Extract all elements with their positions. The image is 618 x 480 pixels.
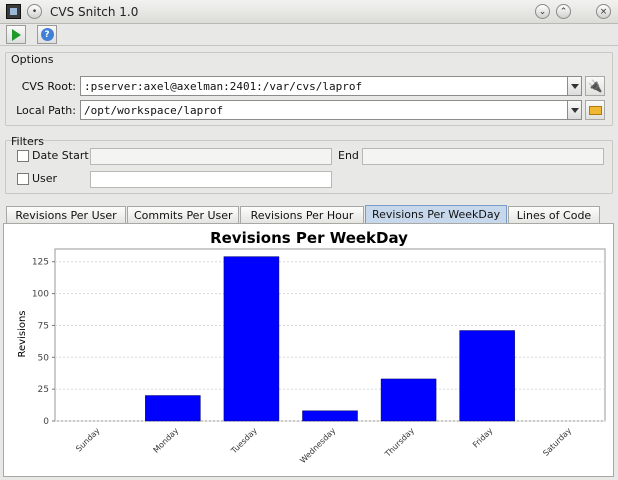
help-button[interactable]: ? (37, 25, 57, 44)
plug-icon: 🔌 (587, 79, 603, 93)
filters-title: Filters (11, 135, 44, 148)
bar-monday (145, 395, 201, 422)
end-date-input[interactable] (362, 148, 604, 165)
x-tick-label: Thursday (383, 426, 417, 460)
local-path-label: Local Path: (16, 104, 76, 117)
x-tick-label: Sunday (74, 426, 102, 454)
bar-friday (459, 330, 515, 422)
plot-area (54, 248, 606, 422)
y-tick-label: 25 (38, 385, 49, 395)
tab-revisions-per-weekday[interactable]: Revisions Per WeekDay (365, 205, 507, 223)
folder-icon (588, 105, 602, 115)
connect-button[interactable]: 🔌 (585, 76, 605, 96)
date-start-label: Date Start (32, 149, 89, 162)
y-axis-label: Revisions (17, 310, 28, 357)
x-tick-label: Friday (471, 426, 495, 450)
user-input[interactable] (90, 171, 332, 188)
title-bar: • CVS Snitch 1.0 ⌄ ⌃ × (0, 0, 618, 24)
help-icon: ? (40, 28, 54, 41)
window-title: CVS Snitch 1.0 (50, 5, 139, 19)
local-path-field[interactable]: /opt/workspace/laprof (80, 100, 568, 120)
x-tick-label: Monday (152, 426, 181, 455)
run-button[interactable] (6, 25, 26, 44)
y-tick-label: 125 (32, 258, 49, 268)
close-icon[interactable]: × (596, 4, 611, 19)
bar-chart: Revisions Per WeekDay Revisions 0 25 50 75 1… (17, 229, 606, 465)
user-checkbox[interactable] (17, 173, 29, 185)
app-icon[interactable] (6, 4, 21, 19)
x-tick-label: Tuesday (229, 426, 259, 456)
chevron-down-icon (570, 107, 579, 113)
local-path-dropdown[interactable] (567, 100, 582, 120)
end-label: End (338, 149, 359, 162)
options-title: Options (11, 53, 54, 66)
maximize-icon[interactable]: ⌃ (556, 4, 571, 19)
minimize-icon[interactable]: ⌄ (535, 4, 550, 19)
bar-thursday (380, 378, 437, 422)
play-icon (11, 28, 21, 41)
date-start-checkbox[interactable] (17, 150, 29, 162)
chart-title: Revisions Per WeekDay (210, 229, 408, 247)
cvs-root-label: CVS Root: (21, 80, 76, 93)
x-tick-label: Wednesday (298, 426, 337, 465)
user-label: User (32, 172, 58, 185)
chart-panel: Revisions Per WeekDay Revisions 0 25 50 75 1… (3, 223, 614, 477)
browse-folder-button[interactable] (585, 100, 605, 120)
date-start-input[interactable] (90, 148, 332, 165)
bar-tuesday (223, 256, 280, 422)
x-tick-label: Saturday (541, 426, 573, 458)
y-tick-label: 0 (43, 417, 49, 427)
y-tick-label: 75 (38, 321, 49, 331)
y-axis-ticks: 0 25 50 75 100 125 (32, 258, 55, 427)
tab-lines-of-code[interactable]: Lines of Code (508, 206, 600, 223)
cvs-root-field[interactable]: :pserver:axel@axelman:2401:/var/cvs/lapr… (80, 76, 568, 96)
tab-commits-per-user[interactable]: Commits Per User (127, 206, 239, 223)
y-tick-label: 100 (32, 290, 49, 300)
tab-revisions-per-user[interactable]: Revisions Per User (6, 206, 126, 223)
window-menu-icon[interactable]: • (27, 4, 42, 19)
cvs-root-dropdown[interactable] (567, 76, 582, 96)
x-axis-ticks: Sunday Monday Tuesday Wednesday Thursday Frid… (74, 426, 573, 465)
bar-wednesday (302, 410, 358, 422)
toolbar: ? (0, 24, 618, 46)
chevron-down-icon (570, 83, 579, 89)
y-tick-label: 50 (38, 353, 50, 363)
tab-revisions-per-hour[interactable]: Revisions Per Hour (240, 206, 364, 223)
